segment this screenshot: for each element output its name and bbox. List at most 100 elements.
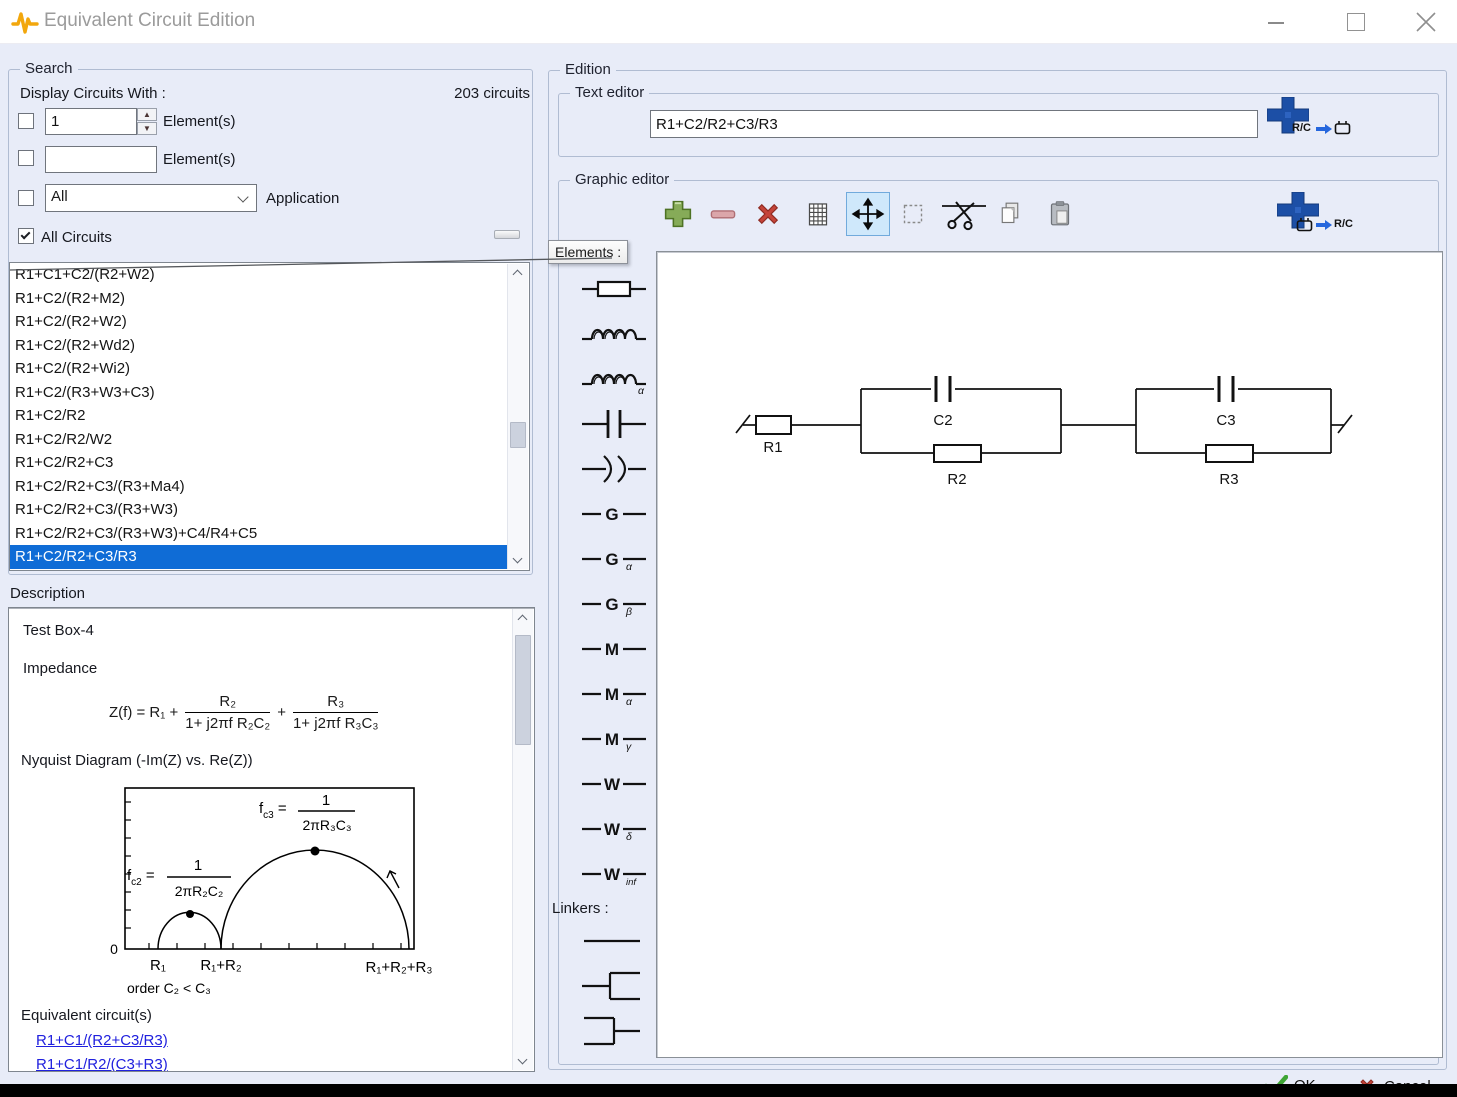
- list-item[interactable]: R1+C2/(R2+Wi2): [10, 357, 508, 381]
- description-box[interactable]: Test Box-4 Impedance Z(f) = R₁ + R₂ 1+ j…: [8, 607, 535, 1072]
- nyquist-title: Nyquist Diagram (-Im(Z) vs. Re(Z)): [21, 752, 253, 769]
- equivalent-circuit-link[interactable]: R1+C1/R2/(C3+R3): [36, 1056, 168, 1072]
- circuit-text-input[interactable]: [650, 110, 1258, 138]
- svg-text:δ: δ: [626, 831, 632, 843]
- application-select-value: All: [51, 188, 68, 205]
- remove-element-button[interactable]: [701, 192, 745, 236]
- filter3-checkbox[interactable]: [18, 190, 34, 206]
- resistor-r2: [934, 445, 981, 462]
- element-w-delta[interactable]: Wδ: [580, 810, 648, 848]
- text-to-circuit-button[interactable]: R/C: [1264, 95, 1394, 145]
- paste-icon: [1043, 197, 1077, 231]
- g-icon: G: [580, 495, 648, 533]
- svg-text:G: G: [605, 550, 618, 569]
- all-circuits-label: All Circuits: [41, 229, 112, 246]
- formula-lhs: Z(f) = R₁ +: [109, 704, 178, 721]
- list-item[interactable]: R1+C2/R2/W2: [10, 428, 508, 452]
- list-item[interactable]: R1+C2/(R3+W3+C3): [10, 381, 508, 405]
- g-alpha-icon: Gα: [580, 540, 648, 578]
- circuit-count: 203 circuits: [430, 85, 530, 102]
- equivalent-circuit-edition-window: Equivalent Circuit Edition Search Displa…: [0, 0, 1457, 1097]
- scroll-down-button[interactable]: [508, 549, 528, 569]
- selection-tool-button[interactable]: [891, 192, 935, 236]
- spin-up-icon[interactable]: ▲: [137, 108, 157, 121]
- svg-text:G: G: [605, 505, 618, 524]
- element-m-gamma[interactable]: Mγ: [580, 720, 648, 758]
- element-cpe[interactable]: [580, 450, 648, 488]
- copy-button[interactable]: [988, 192, 1032, 236]
- large-semicircle: [221, 850, 409, 949]
- list-scrollbar[interactable]: [507, 264, 528, 569]
- linker-straight[interactable]: [580, 919, 644, 968]
- filter2-checkbox[interactable]: [18, 150, 34, 166]
- m-icon: M: [580, 630, 648, 668]
- list-item[interactable]: R1+C2/R2+C3/(R3+W3): [10, 498, 508, 522]
- window-title: Equivalent Circuit Edition: [44, 10, 255, 32]
- svg-text:M: M: [605, 640, 619, 659]
- svg-text:R₁+R₂: R₁+R₂: [200, 957, 241, 974]
- list-item[interactable]: R1+C2/R2+C3/R3: [10, 545, 508, 569]
- axis-ticks: [125, 802, 401, 949]
- element-inductor-alpha[interactable]: α: [580, 360, 648, 398]
- label-c3: C3: [1216, 412, 1235, 429]
- label-r3: R3: [1219, 471, 1238, 488]
- list-item[interactable]: R1+C2/R2+C3: [10, 451, 508, 475]
- move-tool-button[interactable]: [846, 192, 890, 236]
- filter2-elements-input[interactable]: [45, 146, 157, 173]
- paste-button[interactable]: [1038, 192, 1082, 236]
- chevron-down-icon: [237, 191, 248, 202]
- cut-button[interactable]: [938, 192, 990, 236]
- maximize-button[interactable]: [1338, 8, 1372, 36]
- spin-down-icon[interactable]: ▼: [137, 122, 157, 135]
- linker-fork-left[interactable]: [580, 1009, 644, 1058]
- circuit-drawing: R1 C2 R2 C3 R3: [657, 252, 1442, 1057]
- list-item[interactable]: R1+C2/(R2+Wd2): [10, 334, 508, 358]
- list-item[interactable]: R1+C2/R2: [10, 404, 508, 428]
- element-w-inf[interactable]: Winf: [580, 855, 648, 893]
- list-item[interactable]: R1+C2/R2+C3/(R3+W3)+C4/R4+C5: [10, 522, 508, 546]
- element-w[interactable]: W: [580, 765, 648, 803]
- scroll-thumb[interactable]: [515, 635, 531, 745]
- linker-fork-right-icon: [580, 964, 644, 1008]
- resistor-r3: [1206, 445, 1253, 462]
- rc-label: R/C: [1292, 122, 1311, 134]
- list-item[interactable]: R1+C2/(R2+M2): [10, 287, 508, 311]
- scroll-down-button[interactable]: [513, 1050, 533, 1070]
- collapse-mini-button[interactable]: [494, 230, 520, 239]
- filter1-elements-input[interactable]: [45, 108, 137, 135]
- delete-button[interactable]: [746, 192, 790, 236]
- element-m[interactable]: M: [580, 630, 648, 668]
- application-select[interactable]: All: [45, 184, 257, 212]
- element-g[interactable]: G: [580, 495, 648, 533]
- filter1-checkbox[interactable]: [18, 113, 34, 129]
- grid-button[interactable]: [796, 192, 840, 236]
- circuit-to-text-button[interactable]: R/C: [1274, 190, 1404, 242]
- linker-fork-right[interactable]: [580, 964, 644, 1013]
- list-item[interactable]: R1+C2/R2+C3/(R3+Ma4): [10, 475, 508, 499]
- element-g-alpha[interactable]: Gα: [580, 540, 648, 578]
- close-button[interactable]: [1408, 8, 1442, 36]
- element-capacitor[interactable]: [580, 405, 648, 443]
- element-g-beta[interactable]: Gβ: [580, 585, 648, 623]
- circuit-listbox[interactable]: R1+C1+C2/(R2+W2)R1+C2/(R2+M2)R1+C2/(R2+W…: [9, 262, 530, 571]
- add-element-button[interactable]: [656, 192, 700, 236]
- all-circuits-checkbox[interactable]: [18, 228, 34, 244]
- list-item[interactable]: R1+C1+C2/(R2+W2): [10, 263, 508, 287]
- cpe-icon: [580, 450, 648, 488]
- element-inductor[interactable]: [580, 315, 648, 353]
- circuit-canvas[interactable]: R1 C2 R2 C3 R3: [656, 251, 1443, 1058]
- left-terminal-slash: [736, 415, 750, 433]
- scroll-up-button[interactable]: [508, 264, 528, 284]
- element-resistor[interactable]: [580, 270, 648, 308]
- equivalent-circuit-link[interactable]: R1+C1/(R2+C3/R3): [36, 1032, 168, 1049]
- list-item[interactable]: R1+C2/(R2+W2): [10, 310, 508, 334]
- filter1-spinner[interactable]: ▲ ▼: [137, 108, 157, 135]
- description-scrollbar[interactable]: [512, 609, 533, 1070]
- minimize-button[interactable]: [1258, 8, 1292, 36]
- scroll-up-button[interactable]: [513, 609, 533, 629]
- graphic-editor-group-label: Graphic editor: [570, 171, 674, 188]
- scroll-thumb[interactable]: [510, 422, 526, 448]
- circuit-chip-icon: [1334, 119, 1352, 136]
- equivalent-circuits-label: Equivalent circuit(s): [21, 1007, 152, 1024]
- element-m-alpha[interactable]: Mα: [580, 675, 648, 713]
